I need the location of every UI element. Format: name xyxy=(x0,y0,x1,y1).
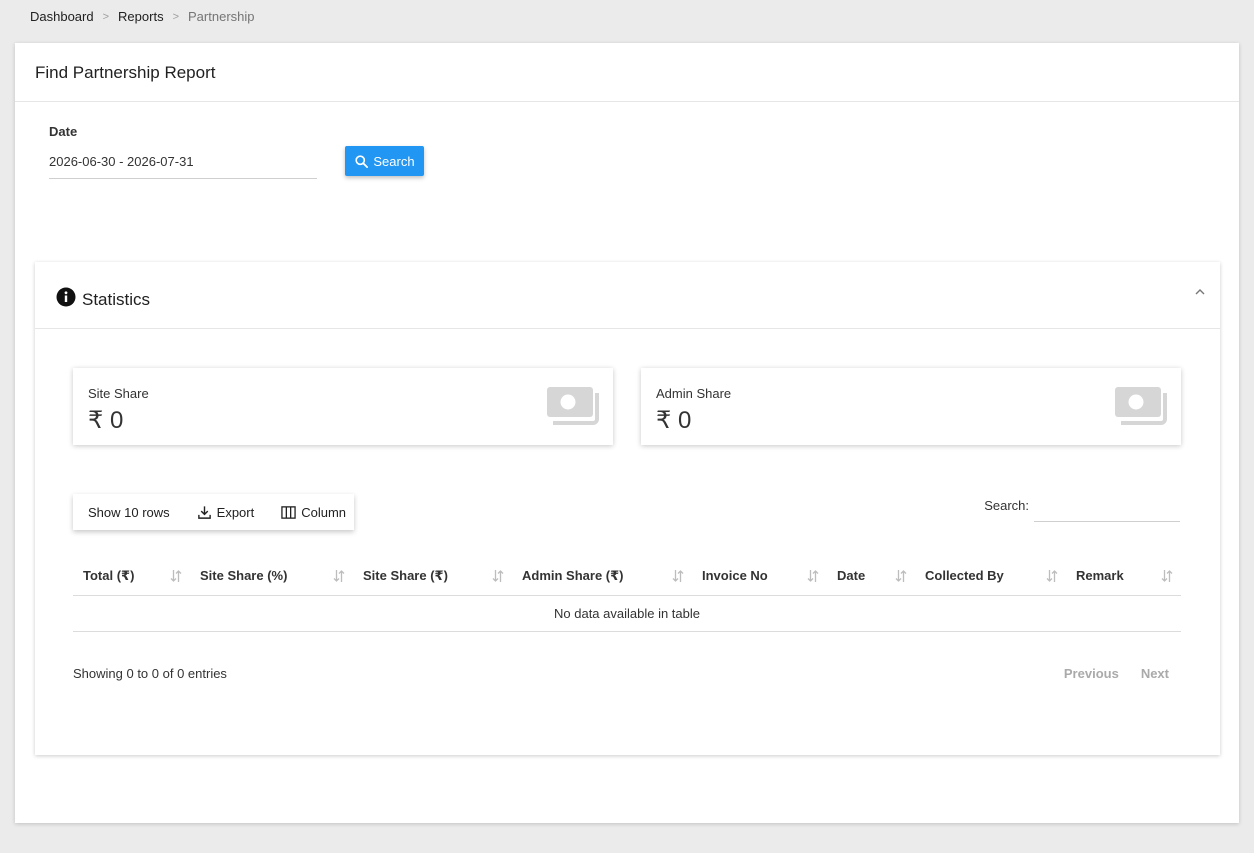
statistics-header: Statistics xyxy=(35,262,1220,329)
admin-share-value: ₹ 0 xyxy=(656,407,692,434)
column-header-invoice-no[interactable]: Invoice No xyxy=(692,557,827,596)
column-header-date[interactable]: Date xyxy=(827,557,915,596)
export-button[interactable]: Export xyxy=(197,504,255,520)
search-icon xyxy=(355,154,369,168)
download-icon xyxy=(197,505,211,519)
site-share-label: Site Share xyxy=(88,386,149,401)
column-header-site-share-percent[interactable]: Site Share (%) xyxy=(190,557,353,596)
money-icon xyxy=(1115,387,1167,425)
search-button-label: Search xyxy=(373,153,415,169)
column-header-site-share-amount[interactable]: Site Share (₹) xyxy=(353,557,512,596)
partnership-table: Total (₹) Site Share (%) Site Share (₹) … xyxy=(73,557,1181,632)
money-icon xyxy=(547,387,599,425)
table-search-input[interactable] xyxy=(1034,498,1180,522)
date-label: Date xyxy=(49,124,78,139)
breadcrumb-separator: > xyxy=(172,10,180,23)
next-button[interactable]: Next xyxy=(1141,666,1169,681)
export-label: Export xyxy=(216,504,255,520)
info-icon xyxy=(56,287,76,307)
table-toolbar: Show 10 rows Export Column xyxy=(73,494,354,530)
sort-icon xyxy=(895,570,907,582)
table-info: Showing 0 to 0 of 0 entries xyxy=(73,666,227,681)
table-header-row: Total (₹) Site Share (%) Site Share (₹) … xyxy=(73,557,1181,596)
chevron-up-icon[interactable] xyxy=(1193,285,1207,299)
column-header-total[interactable]: Total (₹) xyxy=(73,557,190,596)
previous-button[interactable]: Previous xyxy=(1064,666,1119,681)
column-button[interactable]: Column xyxy=(281,505,346,520)
breadcrumb-dashboard[interactable]: Dashboard xyxy=(30,9,94,24)
column-header-collected-by[interactable]: Collected By xyxy=(915,557,1066,596)
admin-share-label: Admin Share xyxy=(656,386,732,401)
sort-icon xyxy=(1046,570,1058,582)
sort-icon xyxy=(1161,570,1173,582)
sort-icon xyxy=(672,570,684,582)
site-share-box: Site Share ₹ 0 xyxy=(73,368,613,445)
admin-share-box: Admin Share ₹ 0 xyxy=(641,368,1181,445)
sort-icon xyxy=(333,570,345,582)
statistics-panel: Statistics Site Share ₹ 0 Admin Share ₹ … xyxy=(35,262,1220,755)
columns-icon xyxy=(281,505,296,519)
show-rows-label: Show 10 rows xyxy=(88,504,170,520)
column-header-remark[interactable]: Remark xyxy=(1066,557,1181,596)
column-label: Column xyxy=(301,504,347,520)
table-search: Search: xyxy=(984,498,1180,522)
table-row: No data available in table xyxy=(73,595,1181,632)
report-card: Find Partnership Report Date Search Stat… xyxy=(15,43,1239,823)
pagination: Previous Next xyxy=(1064,666,1169,681)
column-header-admin-share[interactable]: Admin Share (₹) xyxy=(512,557,692,596)
date-field: Date xyxy=(49,124,317,179)
empty-table-message: No data available in table xyxy=(73,595,1181,632)
breadcrumb: Dashboard > Reports > Partnership xyxy=(30,9,255,24)
search-button[interactable]: Search xyxy=(345,146,424,176)
show-rows-button[interactable]: Show 10 rows xyxy=(88,505,170,520)
sort-icon xyxy=(492,570,504,582)
statistics-title: Statistics xyxy=(82,290,151,309)
page-title: Find Partnership Report xyxy=(35,63,216,82)
breadcrumb-separator: > xyxy=(102,10,110,23)
date-range-input[interactable] xyxy=(49,154,317,179)
breadcrumb-reports[interactable]: Reports xyxy=(118,9,164,24)
table-search-label: Search: xyxy=(984,498,1029,513)
card-header: Find Partnership Report xyxy=(15,43,1239,102)
site-share-value: ₹ 0 xyxy=(88,407,124,434)
sort-icon xyxy=(170,570,182,582)
sort-icon xyxy=(807,570,819,582)
breadcrumb-current: Partnership xyxy=(188,9,255,24)
